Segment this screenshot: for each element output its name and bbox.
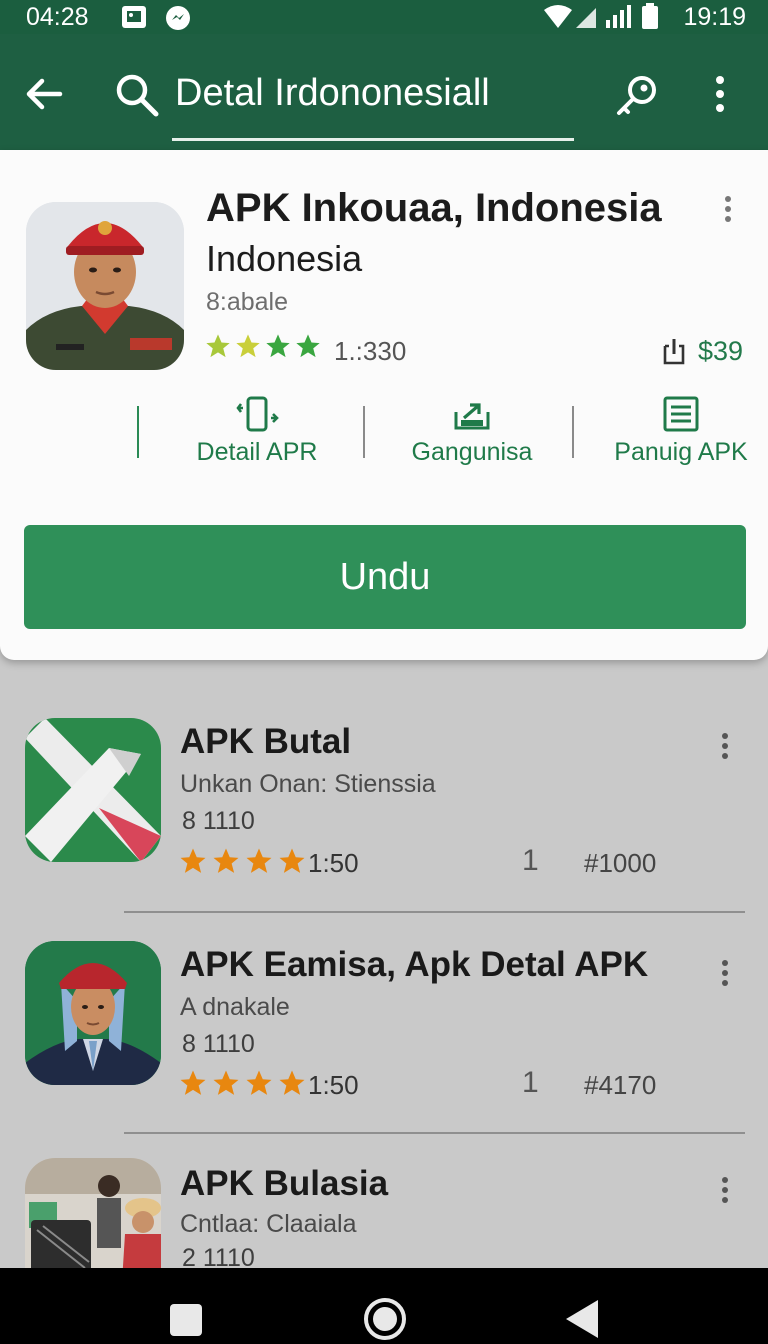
market-photo-icon	[25, 1158, 161, 1268]
action-separator	[572, 406, 574, 458]
list-item-rating: 1:50	[308, 848, 359, 878]
document-icon	[663, 396, 699, 432]
list-item-size: 8 1110	[182, 807, 255, 835]
share-upload-icon	[454, 403, 490, 430]
list-item-size: 8 1110	[182, 1030, 255, 1058]
star-icon	[180, 848, 206, 873]
featured-star-rating	[204, 332, 322, 360]
gallery-icon	[122, 6, 146, 28]
action-detail-apr-label: Detail APR	[196, 438, 318, 466]
recents-square-icon[interactable]	[168, 1302, 204, 1338]
list-item-stars	[178, 1068, 307, 1098]
star-icon	[213, 848, 239, 873]
apk-butal-app-icon[interactable]	[25, 718, 161, 862]
star-icon	[266, 334, 290, 358]
action-panuig-apk-label: Panuig APK	[614, 438, 748, 466]
download-button[interactable]: Undu	[24, 525, 746, 629]
list-item-size: 2 1110	[182, 1244, 255, 1268]
soldier-portrait-icon	[26, 202, 184, 370]
share-icon	[663, 339, 685, 365]
action-gangunisa[interactable]: Gangunisa	[392, 396, 552, 467]
overflow-menu-icon[interactable]	[708, 74, 732, 114]
list-item-title: APK Eamisa, Apk Detal APK	[180, 945, 649, 984]
star-icon	[296, 334, 320, 358]
star-icon	[246, 1070, 272, 1095]
list-item-more-icon[interactable]	[718, 959, 732, 987]
battery-icon	[642, 3, 658, 29]
phone-rotate-icon	[236, 396, 279, 432]
list-item-rating: 1:50	[308, 1070, 359, 1100]
apk-bulasia-app-icon[interactable]	[25, 1158, 161, 1268]
list-item-stars	[178, 846, 307, 876]
wifi-icon	[544, 5, 596, 28]
star-icon	[246, 848, 272, 873]
action-panuig-apk[interactable]: Panuig APK	[610, 396, 752, 467]
star-icon	[279, 848, 305, 873]
apk-eamisa-app-icon[interactable]	[25, 941, 161, 1085]
star-icon	[213, 1070, 239, 1095]
list-item-more-icon[interactable]	[718, 1176, 732, 1204]
signal-icon	[606, 5, 631, 28]
featured-app-title-line2: Indonesia	[206, 238, 363, 279]
list-item-title: APK Bulasia	[180, 1164, 389, 1203]
search-underline	[172, 138, 574, 141]
featured-price: $39	[698, 336, 744, 366]
list-item-count: 1	[522, 1066, 539, 1099]
crossed-ribbon-icon	[25, 718, 161, 862]
featured-more-icon[interactable]	[720, 194, 736, 224]
list-item-subtitle: Unkan Onan: Stienssia	[180, 770, 436, 798]
list-item-subtitle: Cntlaa: Claaiala	[180, 1210, 357, 1238]
list-item-title: APK Butal	[180, 722, 352, 761]
list-item[interactable]: APK Eamisa, Apk Detal APK A dnakale 8 11…	[0, 913, 768, 1133]
search-query-text[interactable]: Detal Irdononesiall	[175, 72, 490, 115]
list-item[interactable]: APK Bulasia Cntlaa: Claaiala 2 1110	[0, 1134, 768, 1268]
system-nav-bar	[0, 1268, 768, 1344]
featured-app-icon[interactable]	[26, 202, 184, 370]
star-icon	[279, 1070, 305, 1095]
app-bar: Detal Irdononesiall	[0, 34, 768, 150]
action-separator	[137, 406, 139, 458]
messenger-icon	[166, 6, 190, 30]
status-time-right: 19:19	[683, 3, 746, 31]
status-time-left: 04:28	[26, 3, 89, 31]
star-icon	[206, 334, 230, 358]
guard-portrait-icon	[25, 941, 161, 1085]
list-item-subtitle: A dnakale	[180, 993, 290, 1021]
featured-app-card: APK Inkouaa, Indonesia Indonesia 8:abale…	[0, 150, 768, 660]
action-detail-apr[interactable]: Detail APR	[180, 396, 334, 467]
key-icon[interactable]	[612, 72, 660, 120]
action-separator	[363, 406, 365, 458]
star-icon	[180, 1070, 206, 1095]
star-icon	[236, 334, 260, 358]
back-arrow-icon[interactable]	[24, 74, 64, 114]
search-icon[interactable]	[114, 72, 160, 118]
list-item[interactable]: APK Butal Unkan Onan: Stienssia 8 1110 1…	[0, 690, 768, 912]
home-circle-icon[interactable]	[362, 1296, 408, 1342]
list-item-rank: #4170	[584, 1070, 657, 1100]
list-item-more-icon[interactable]	[718, 732, 732, 760]
featured-app-subtitle: 8:abale	[206, 288, 289, 316]
featured-rating-count: 1.:330	[334, 336, 407, 366]
action-gangunisa-label: Gangunisa	[411, 438, 533, 466]
featured-app-title: APK Inkouaa, Indonesia	[206, 186, 662, 230]
list-item-rank: #1000	[584, 848, 657, 878]
list-item-count: 1	[522, 844, 539, 877]
status-bar: 04:28 19:19	[0, 0, 768, 34]
back-triangle-icon[interactable]	[562, 1298, 602, 1340]
